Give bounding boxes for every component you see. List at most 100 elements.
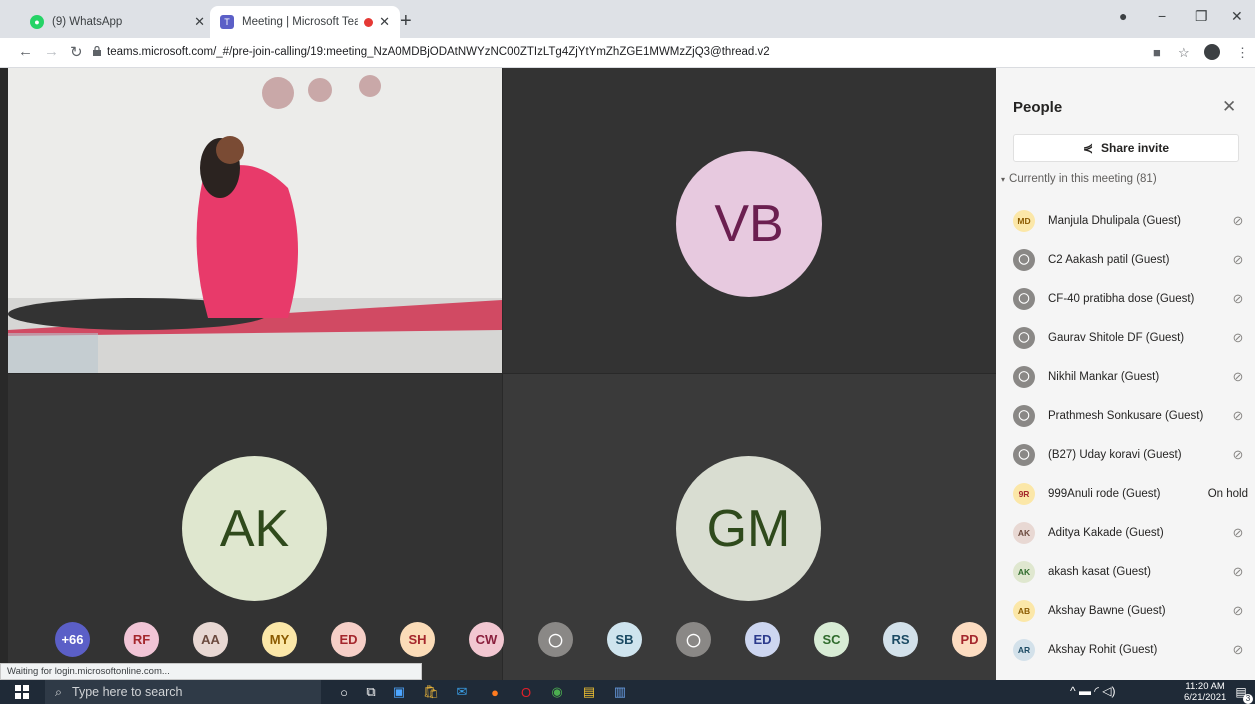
mic-muted-icon: ⊘ [1232,524,1244,540]
meeting-section-header[interactable]: ▾ Currently in this meeting (81) [1001,173,1157,185]
system-tray-icons[interactable]: ^ ▬ ◜ ◁) [1070,684,1116,698]
mic-muted-icon: ⊘ [1232,641,1244,657]
participant-name: 999Anuli rode (Guest) [1048,487,1161,500]
chip-initials: SC [822,632,841,647]
share-icon: ⋞ [1082,141,1094,155]
browser-status-text: Waiting for login.microsoftonline.com... [0,663,422,680]
cortana-icon[interactable]: ○ [334,682,354,702]
participant-avatar: AR [1013,638,1035,661]
participant-chip[interactable]: ED [745,622,780,657]
on-hold-status: On hold [1207,487,1248,500]
tab-title: Meeting | Microsoft Teams [242,16,359,28]
task-view-icon[interactable]: ⧉ [361,682,381,702]
participant-avatar: MD [1013,209,1035,232]
profile-icon[interactable]: ● [1119,8,1127,24]
mic-muted-icon: ⊘ [1232,290,1244,306]
new-tab-button[interactable]: + [400,10,412,33]
close-panel-button[interactable]: ✕ [1222,97,1236,117]
teams-icon: T [220,15,234,29]
share-invite-label: Share invite [1101,141,1170,155]
participant-row[interactable]: AK akash kasat (Guest) ⊘ [1013,553,1248,590]
participant-chip-anonymous[interactable]: ◯ [676,622,711,657]
participant-chip[interactable]: +66 [55,622,90,657]
taskbar-search-box[interactable]: ⌕ Type here to search [45,680,321,704]
tab-whatsapp[interactable]: ● (9) WhatsApp ✕ [20,6,215,38]
participant-row[interactable]: ◯ Gaurav Shitole DF (Guest) ⊘ [1013,319,1248,356]
url-field[interactable]: teams.microsoft.com/_#/pre-join-calling/… [107,46,770,58]
participant-row[interactable]: 9R 999Anuli rode (Guest) On hold [1013,475,1248,512]
participant-chip[interactable]: SC [814,622,849,657]
participant-name: Nikhil Mankar (Guest) [1048,370,1160,383]
participant-chip[interactable]: PD [952,622,987,657]
participant-row[interactable]: MD Manjula Dhulipala (Guest) ⊘ [1013,202,1248,239]
person-icon: ◯ [686,631,701,647]
chip-initials: CW [475,632,498,647]
participant-video [8,68,502,373]
taskbar-clock[interactable]: 11:20 AM 6/21/2021 [1184,681,1226,703]
action-center-icon[interactable]: ▤ 3 [1231,682,1253,704]
start-button[interactable] [12,682,32,702]
chrome-icon[interactable]: ◉ [547,682,567,702]
collapse-chevron-icon: ▾ [1001,175,1006,184]
mic-muted-icon: ⊘ [1232,602,1244,618]
mic-muted-icon: ⊘ [1232,251,1244,267]
close-window-button[interactable]: ✕ [1231,8,1243,25]
participant-name: Aditya Kakade (Guest) [1048,526,1164,539]
participant-avatar: ◯ [1013,443,1035,466]
participant-avatar: AK [182,456,327,601]
file-explorer-icon[interactable]: ▤ [579,682,599,702]
avatar-initials: AR [1017,644,1031,655]
participant-name: Manjula Dhulipala (Guest) [1048,214,1181,227]
participant-avatar: 9R [1013,482,1035,505]
forward-button[interactable]: → [44,43,59,60]
maximize-button[interactable]: ❐ [1195,8,1208,25]
participant-chip[interactable]: SH [400,622,435,657]
close-tab-icon[interactable]: ✕ [194,14,205,30]
participant-row[interactable]: AB Akshay Bawne (Guest) ⊘ [1013,592,1248,629]
participant-row[interactable]: ◯ (B27) Uday koravi (Guest) ⊘ [1013,436,1248,473]
participant-chip[interactable]: SB [607,622,642,657]
participant-row[interactable]: AR Akshay Rohit (Guest) ⊘ [1013,631,1248,668]
notepad-icon[interactable]: ▥ [610,682,630,702]
participant-row[interactable]: ◯ CF-40 pratibha dose (Guest) ⊘ [1013,280,1248,317]
participant-row[interactable]: AK Aditya Kakade (Guest) ⊘ [1013,514,1248,551]
back-button[interactable]: ← [18,43,33,60]
search-placeholder: Type here to search [72,685,183,699]
browser-tab-bar: ● (9) WhatsApp ✕ T Meeting | Microsoft T… [0,0,1255,38]
participant-chip[interactable]: CW [469,622,504,657]
camera-icon[interactable]: ■ [1153,45,1161,60]
mic-muted-icon: ⊘ [1232,212,1244,228]
tab-teams[interactable]: T Meeting | Microsoft Teams ✕ [210,6,400,38]
section-label: Currently in this meeting (81) [1009,173,1157,185]
participant-name: Prathmesh Sonkusare (Guest) [1048,409,1204,422]
share-invite-button[interactable]: ⋞ Share invite [1013,134,1239,162]
mic-muted-icon: ⊘ [1232,446,1244,462]
panel-title: People [1013,99,1063,116]
bookmark-star-icon[interactable]: ☆ [1178,45,1190,61]
participant-chip[interactable]: ED [331,622,366,657]
chip-initials: ED [339,632,358,647]
zoom-app-icon[interactable]: ▣ [389,682,409,702]
participant-avatar: AK [1013,560,1035,583]
account-avatar[interactable] [1204,44,1220,60]
participant-chip-anonymous[interactable]: ◯ [538,622,573,657]
participant-avatar: ◯ [1013,365,1035,388]
close-tab-icon[interactable]: ✕ [379,14,390,30]
participant-row[interactable]: ◯ Nikhil Mankar (Guest) ⊘ [1013,358,1248,395]
mail-icon[interactable]: ✉ [452,682,472,702]
store-icon[interactable]: 🛍 [421,682,441,702]
minimize-button[interactable]: − [1158,8,1166,24]
reload-button[interactable]: ↻ [70,43,83,61]
menu-dots-icon[interactable]: ⋮ [1236,45,1249,61]
participant-chip[interactable]: MY [262,622,297,657]
people-panel: People ✕ ⋞ Share invite ▾ Currently in th… [996,68,1255,680]
participant-row[interactable]: ◯ Prathmesh Sonkusare (Guest) ⊘ [1013,397,1248,434]
participant-chip[interactable]: RF [124,622,159,657]
avatar-initials: AK [1017,527,1031,538]
chip-initials: SH [408,632,427,647]
participant-row[interactable]: ◯ C2 Aakash patil (Guest) ⊘ [1013,241,1248,278]
participant-chip[interactable]: AA [193,622,228,657]
opera-icon[interactable]: O [516,682,536,702]
firefox-icon[interactable]: ● [485,682,505,702]
participant-chip[interactable]: RS [883,622,918,657]
